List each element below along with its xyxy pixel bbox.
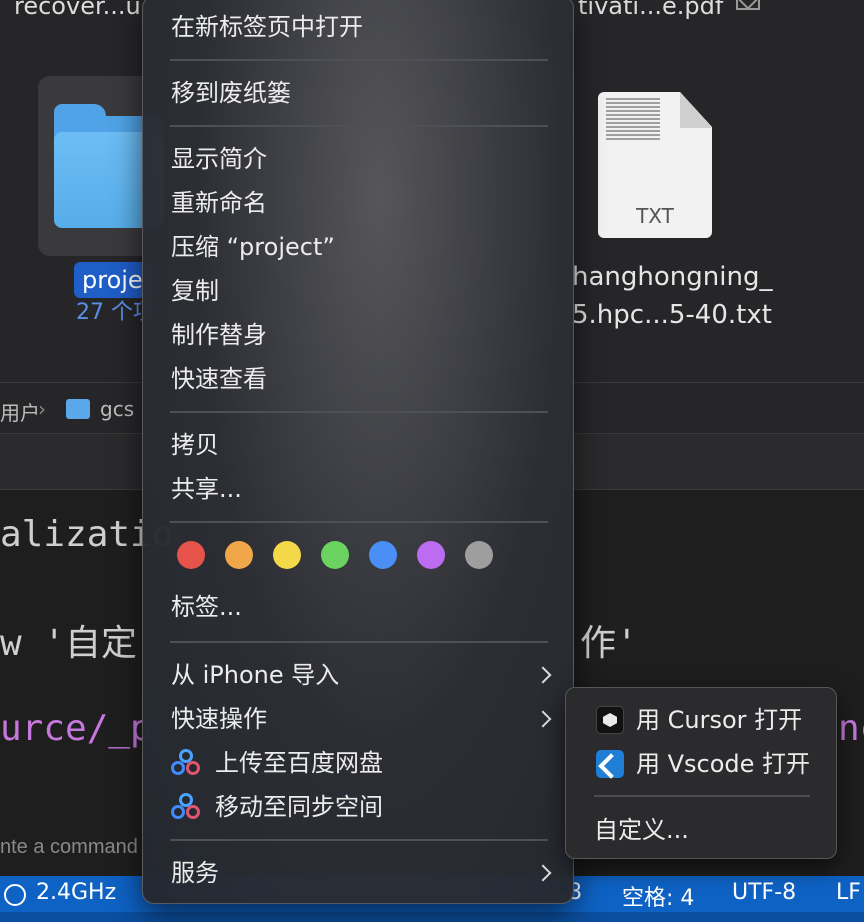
menu-share[interactable]: 共享... bbox=[171, 469, 242, 509]
menu-import-iphone[interactable]: 从 iPhone 导入 bbox=[171, 655, 339, 695]
context-menu: 在新标签页中打开 移到废纸篓 显示简介 重新命名 压缩 “project” 复制… bbox=[142, 0, 574, 904]
code-line-3: urce/_p bbox=[0, 708, 152, 749]
menu-separator bbox=[170, 839, 548, 841]
submenu-customize[interactable]: 自定义... bbox=[594, 810, 689, 850]
menu-move-sync[interactable]: 移动至同步空间 bbox=[215, 787, 383, 827]
submenu-open-cursor[interactable]: 用 Cursor 打开 bbox=[636, 700, 802, 740]
chevron-right-icon bbox=[534, 710, 552, 728]
menu-compress[interactable]: 压缩 “project” bbox=[171, 227, 335, 267]
chevron-right-icon bbox=[534, 666, 552, 684]
vscode-app-icon bbox=[596, 750, 624, 778]
menu-separator bbox=[170, 411, 548, 413]
cpu-gauge-icon bbox=[4, 884, 26, 906]
tag-yellow-dot[interactable] bbox=[273, 541, 301, 569]
tag-orange-dot[interactable] bbox=[225, 541, 253, 569]
tag-blue-dot[interactable] bbox=[369, 541, 397, 569]
menu-make-alias[interactable]: 制作替身 bbox=[171, 315, 267, 355]
menu-tags[interactable]: 标签... bbox=[171, 587, 242, 627]
menu-move-to-trash[interactable]: 移到废纸篓 bbox=[171, 73, 291, 113]
status-indent[interactable]: 空格: 4 bbox=[622, 880, 694, 912]
menu-upload-baidu[interactable]: 上传至百度网盘 bbox=[215, 743, 383, 783]
status-encoding[interactable]: UTF-8 bbox=[732, 880, 796, 905]
menu-separator bbox=[170, 641, 548, 643]
quick-actions-submenu: 用 Cursor 打开 用 Vscode 打开 自定义... bbox=[565, 687, 837, 859]
menu-get-info[interactable]: 显示简介 bbox=[171, 139, 267, 179]
menu-services[interactable]: 服务 bbox=[171, 853, 219, 893]
path-folder-icon bbox=[66, 399, 90, 419]
submenu-open-vscode[interactable]: 用 Vscode 打开 bbox=[636, 744, 810, 784]
submenu-separator bbox=[594, 795, 810, 797]
path-users[interactable]: 用户 bbox=[0, 397, 40, 426]
tag-purple-dot[interactable] bbox=[417, 541, 445, 569]
txt-file-name-line1[interactable]: hanghongning_ bbox=[572, 262, 772, 292]
code-line-2-right: 作' bbox=[580, 623, 638, 664]
status-eol[interactable]: LF bbox=[836, 880, 861, 905]
chevron-right-icon bbox=[534, 864, 552, 882]
tag-red-dot[interactable] bbox=[177, 541, 205, 569]
menu-quick-look[interactable]: 快速查看 bbox=[171, 359, 267, 399]
cursor-app-icon bbox=[596, 706, 624, 734]
terminal-hint: nte a command bbox=[0, 836, 138, 858]
txt-preview-lines bbox=[606, 98, 660, 140]
menu-separator bbox=[170, 59, 548, 61]
txt-type-label: TXT bbox=[636, 204, 674, 228]
menu-duplicate[interactable]: 复制 bbox=[171, 271, 219, 311]
code-line-3-right: nc bbox=[838, 708, 864, 749]
menu-separator bbox=[170, 521, 548, 523]
code-line-2: w '自定 bbox=[0, 623, 138, 664]
path-user[interactable]: gcs bbox=[100, 397, 134, 421]
mail-icon bbox=[736, 0, 760, 10]
file-name-pdf[interactable]: tivati...e.pdf bbox=[578, 0, 723, 20]
bottom-strip bbox=[0, 912, 864, 922]
menu-separator bbox=[170, 125, 548, 127]
tag-green-dot[interactable] bbox=[321, 541, 349, 569]
file-name-recover[interactable]: recover...u bbox=[14, 0, 141, 20]
menu-quick-actions[interactable]: 快速操作 bbox=[171, 699, 267, 739]
menu-open-new-tab[interactable]: 在新标签页中打开 bbox=[171, 7, 363, 47]
status-cpu-freq[interactable]: 2.4GHz bbox=[36, 880, 116, 905]
folder-name-label[interactable]: proje bbox=[74, 262, 151, 298]
menu-rename[interactable]: 重新命名 bbox=[171, 183, 267, 223]
tag-color-row bbox=[177, 541, 507, 569]
txt-file-name-line2[interactable]: 5.hpc...5-40.txt bbox=[572, 300, 772, 330]
tag-gray-dot[interactable] bbox=[465, 541, 493, 569]
baidu-netdisk-icon bbox=[171, 749, 201, 777]
path-separator-icon: › bbox=[38, 397, 46, 421]
menu-copy[interactable]: 拷贝 bbox=[171, 425, 219, 465]
baidu-sync-icon bbox=[171, 793, 201, 821]
